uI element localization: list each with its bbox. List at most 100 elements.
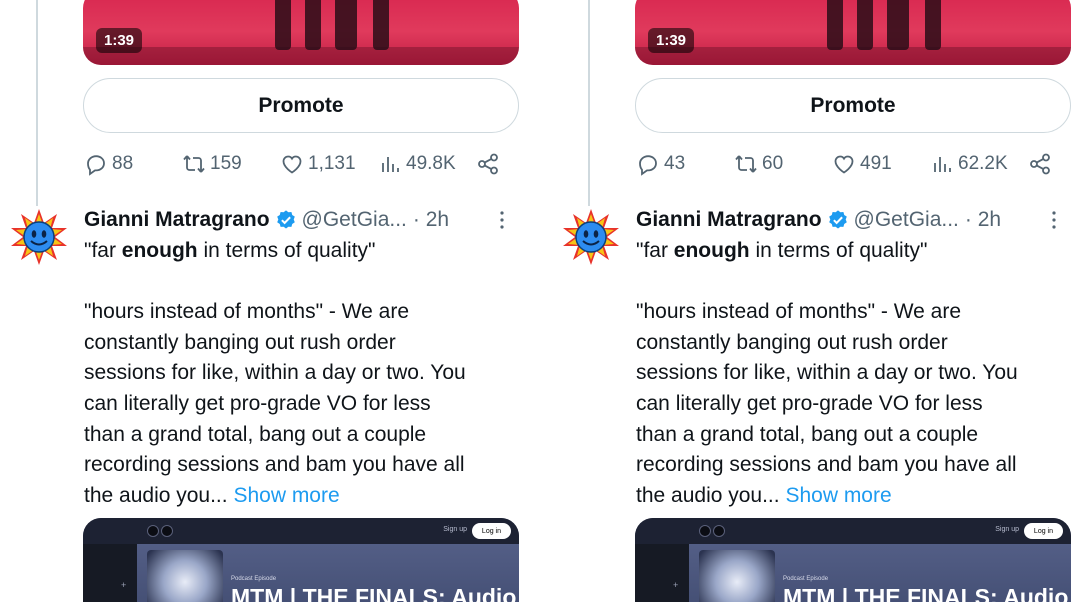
thread-line xyxy=(588,0,590,206)
card-login: Log in xyxy=(1023,523,1063,539)
card-signup: Sign up xyxy=(443,526,467,533)
text-segment-bold: enough xyxy=(121,239,198,262)
verified-badge-icon xyxy=(276,210,295,229)
more-options-icon[interactable] xyxy=(490,208,514,232)
card-title: MTM | THE FINALS: Audio xyxy=(231,584,517,602)
retweet-button[interactable]: 60 xyxy=(734,149,783,179)
tweet-time[interactable]: · 2h xyxy=(413,208,449,232)
author-name[interactable]: Gianni Matragrano xyxy=(636,208,822,232)
text-segment: in terms of quality" xyxy=(197,239,376,262)
tweet-line: than a grand total, bang out a couple xyxy=(636,422,979,446)
text-segment: the audio you... xyxy=(84,483,228,507)
author-handle[interactable]: @GetGia... xyxy=(302,208,407,232)
tweet-header: Gianni Matragrano @GetGia... · 2h xyxy=(636,205,1072,235)
tweet-line: the audio you... Show more xyxy=(84,481,520,512)
card-episode-label: Podcast Episode xyxy=(783,576,829,582)
card-plus: + xyxy=(121,580,127,590)
video-figure xyxy=(857,0,873,50)
avatar[interactable] xyxy=(562,208,620,266)
tweet-line: sessions for like, within a day or two. … xyxy=(636,361,1018,385)
video-figure xyxy=(827,0,843,50)
video-duration: 1:39 xyxy=(648,28,695,53)
card-title: MTM | THE FINALS: Audio xyxy=(783,584,1069,602)
reply-button[interactable]: 88 xyxy=(84,149,133,179)
reply-count: 88 xyxy=(112,153,134,174)
tweet-header: Gianni Matragrano @GetGia... · 2h xyxy=(84,205,520,235)
video-floor xyxy=(83,47,519,65)
like-icon xyxy=(282,155,302,174)
video-figure xyxy=(305,0,321,50)
more-options-icon[interactable] xyxy=(1042,208,1066,232)
retweet-count: 60 xyxy=(762,153,784,174)
video-figure xyxy=(335,0,357,50)
author-handle[interactable]: @GetGia... xyxy=(854,208,959,232)
views-button[interactable]: 62.2K xyxy=(930,149,1008,179)
like-count: 491 xyxy=(860,153,892,174)
reply-count: 43 xyxy=(664,153,686,174)
tweet-line: "far enough in terms of quality" xyxy=(636,236,1072,267)
tweet-line: recording sessions and bam you have all xyxy=(84,453,465,477)
author-name[interactable]: Gianni Matragrano xyxy=(84,208,270,232)
share-button[interactable] xyxy=(476,149,500,179)
retweet-icon xyxy=(183,155,205,173)
link-card[interactable]: Sign up Log in + Podcast Episode MTM | T… xyxy=(83,518,519,602)
show-more-link[interactable]: Show more xyxy=(233,484,339,507)
tweet-line: sessions for like, within a day or two. … xyxy=(84,361,466,385)
tweet-actions: 88 159 1,131 49.8K xyxy=(84,149,504,179)
views-icon xyxy=(934,157,951,172)
text-segment: the audio you... xyxy=(636,483,780,507)
forward-icon xyxy=(161,525,173,537)
tweet-line: "hours instead of months" - We are xyxy=(84,300,410,324)
video-figure xyxy=(925,0,941,50)
back-icon xyxy=(699,525,711,537)
views-button[interactable]: 49.8K xyxy=(378,149,456,179)
share-button[interactable] xyxy=(1028,149,1052,179)
verified-badge-icon xyxy=(828,210,847,229)
text-segment-bold: enough xyxy=(673,239,750,262)
promote-button[interactable]: Promote xyxy=(83,78,519,133)
tweet-text: "far enough in terms of quality" "hours … xyxy=(84,236,520,511)
card-sidebar xyxy=(83,544,137,602)
tweet-line: than a grand total, bang out a couple xyxy=(84,422,427,446)
text-segment: "far xyxy=(636,239,674,262)
share-icon xyxy=(478,153,498,175)
retweet-count: 159 xyxy=(210,153,242,174)
like-button[interactable]: 1,131 xyxy=(280,149,356,179)
retweet-button[interactable]: 159 xyxy=(182,149,242,179)
text-segment: in terms of quality" xyxy=(749,239,928,262)
video-figure xyxy=(373,0,389,50)
card-sidebar xyxy=(635,544,689,602)
views-count: 62.2K xyxy=(958,153,1008,174)
video-figure xyxy=(275,0,291,50)
reply-button[interactable]: 43 xyxy=(636,149,685,179)
card-plus: + xyxy=(673,580,679,590)
back-icon xyxy=(147,525,159,537)
tweet-line: the audio you... Show more xyxy=(636,481,1072,512)
share-icon xyxy=(1030,153,1050,175)
tweet-time[interactable]: · 2h xyxy=(965,208,1001,232)
podcast-cover xyxy=(699,550,775,602)
video-figure xyxy=(887,0,909,50)
promote-button[interactable]: Promote xyxy=(635,78,1071,133)
video-duration: 1:39 xyxy=(96,28,143,53)
card-signup: Sign up xyxy=(995,526,1019,533)
tweet-line: recording sessions and bam you have all xyxy=(636,453,1017,477)
like-button[interactable]: 491 xyxy=(832,149,892,179)
video-player[interactable]: 1:39 xyxy=(635,0,1071,65)
show-more-link[interactable]: Show more xyxy=(785,484,891,507)
tweet-line: can literally get pro-grade VO for less xyxy=(84,391,431,415)
video-player[interactable]: 1:39 xyxy=(83,0,519,65)
tweet-line: constantly banging out rush order xyxy=(84,330,396,354)
tweet-line: "hours instead of months" - We are xyxy=(636,300,962,324)
tweet-panel-right: 1:39 Promote 43 60 491 62.2K Gianni Matr… xyxy=(552,0,1080,602)
link-card[interactable]: Sign up Log in + Podcast Episode MTM | T… xyxy=(635,518,1071,602)
video-floor xyxy=(635,47,1071,65)
avatar[interactable] xyxy=(10,208,68,266)
text-segment: "far xyxy=(84,239,122,262)
tweet-text: "far enough in terms of quality" "hours … xyxy=(636,236,1072,511)
retweet-icon xyxy=(735,155,757,173)
card-login: Log in xyxy=(471,523,511,539)
card-episode-label: Podcast Episode xyxy=(231,576,277,582)
